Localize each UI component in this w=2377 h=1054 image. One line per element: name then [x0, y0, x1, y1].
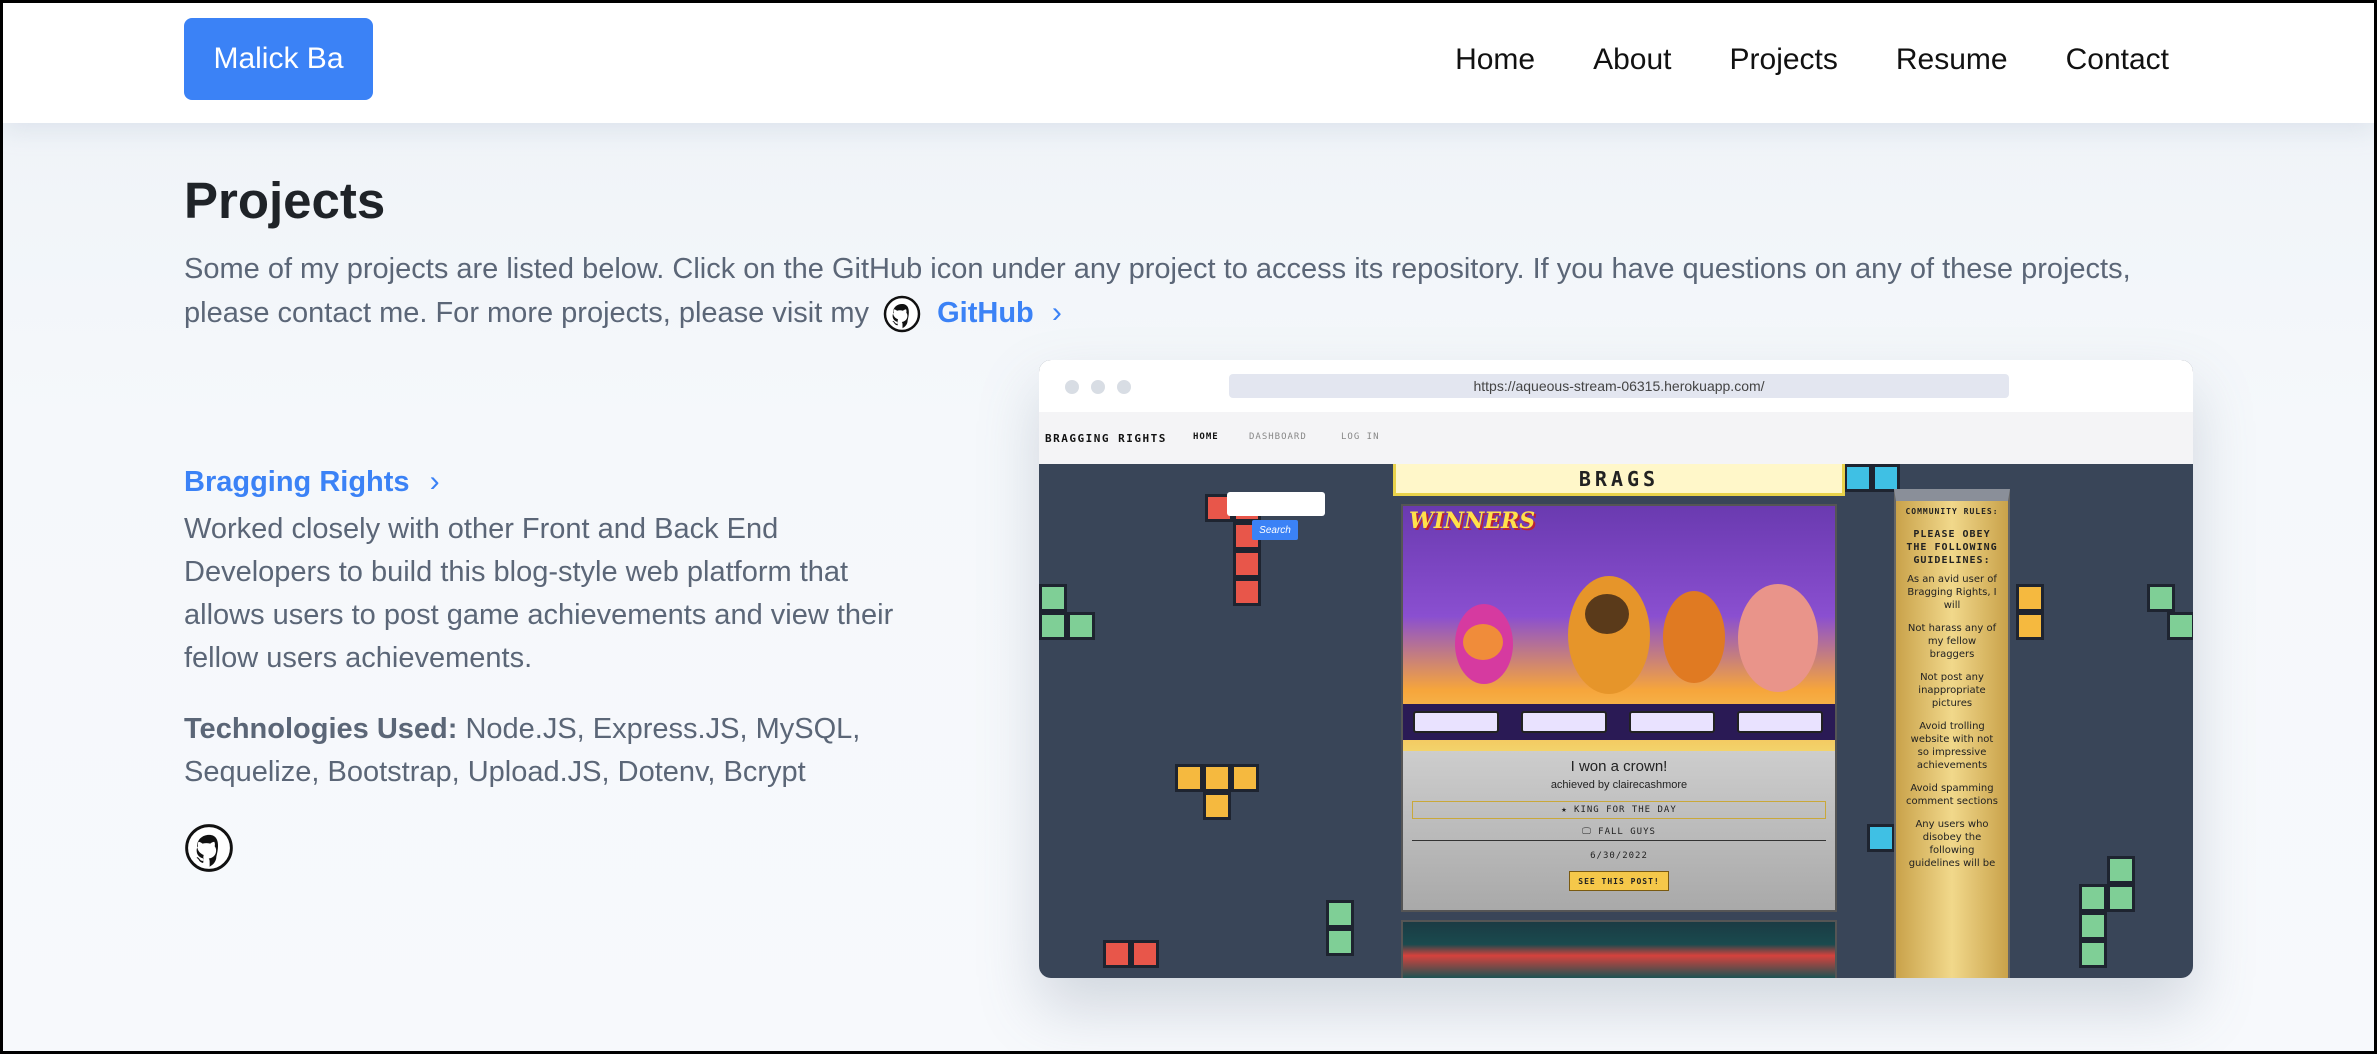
nav-link-about[interactable]: About: [1593, 43, 1671, 77]
rule-item: As an avid user of Bragging Rights, I wi…: [1907, 574, 1997, 611]
nav-links: Home About Projects Resume Contact: [1455, 3, 2169, 117]
card-date: 6/30/2022: [1590, 851, 1648, 861]
card-banner: WINNERS: [1409, 508, 1536, 534]
brag-card-image: WINNERS: [1403, 506, 1835, 751]
site-link-dashboard: DASHBOARD: [1249, 432, 1307, 442]
card-badge: ★ KING FOR THE DAY: [1412, 801, 1826, 819]
project-description: Worked closely with other Front and Back…: [184, 513, 894, 674]
brag-card: WINNERS I won a crown! achieved by clair…: [1401, 504, 1837, 912]
github-icon[interactable]: [883, 295, 921, 333]
project-screenshot: https://aqueous-stream-06315.herokuapp.c…: [1039, 360, 2193, 978]
intro-text: Some of my projects are listed below. Cl…: [184, 253, 2131, 329]
brag-card-next: [1401, 920, 1837, 978]
nav-link-resume[interactable]: Resume: [1896, 43, 2008, 77]
site-link-home: HOME: [1193, 432, 1219, 442]
nav-link-home[interactable]: Home: [1455, 43, 1535, 77]
page-title: Projects: [184, 172, 386, 229]
project-github-icon[interactable]: [184, 823, 234, 878]
browser-bar: https://aqueous-stream-06315.herokuapp.c…: [1039, 360, 2193, 412]
site-navbar: BRAGGING RIGHTS HOME DASHBOARD LOG IN: [1039, 412, 2193, 464]
brags-title: BRAGS: [1393, 464, 1845, 496]
brand-button[interactable]: Malick Ba: [184, 18, 373, 100]
site-game-area: Search BRAGS WINNERS I won a crown! achi…: [1039, 464, 2193, 978]
card-author: achieved by clairecashmore: [1550, 779, 1688, 791]
rule-item: Not harass any of my fellow braggers: [1907, 623, 1997, 660]
rule-item: Avoid spamming comment sections: [1906, 783, 1998, 807]
rules-title: COMMUNITY RULES:: [1905, 507, 1999, 516]
page: Malick Ba Home About Projects Resume Con…: [3, 3, 2374, 1051]
chevron-right-icon[interactable]: ›: [430, 465, 440, 498]
nav-link-projects[interactable]: Projects: [1730, 43, 1838, 77]
project-title-link[interactable]: Bragging Rights ›: [184, 465, 440, 499]
url-bar: https://aqueous-stream-06315.herokuapp.c…: [1229, 374, 2009, 398]
rule-item: Any users who disobey the following guid…: [1908, 819, 1996, 869]
rules-heading: PLEASE OBEY THE FOLLOWING GUIDELINES:: [1906, 529, 1998, 566]
rule-item: Avoid trolling website with not so impre…: [1910, 721, 1994, 771]
navbar: Malick Ba Home About Projects Resume Con…: [3, 3, 2374, 123]
community-rules: COMMUNITY RULES: PLEASE OBEY THE FOLLOWI…: [1894, 489, 2010, 978]
technologies-label: Technologies Used:: [184, 713, 458, 745]
card-title: I won a crown!: [1570, 758, 1668, 775]
site-link-login: LOG IN: [1341, 432, 1380, 442]
window-dots: [1065, 380, 1131, 394]
project-title[interactable]: Bragging Rights: [184, 466, 410, 498]
rule-item: Not post any inappropriate pictures: [1918, 672, 1986, 709]
card-see-post-button: SEE THIS POST!: [1569, 871, 1669, 891]
brag-card-body: I won a crown! achieved by clairecashmor…: [1403, 758, 1835, 891]
card-game: 🖵 FALL GUYS: [1412, 827, 1826, 841]
site-brand: BRAGGING RIGHTS: [1045, 432, 1167, 445]
project-technologies: Technologies Used: Node.JS, Express.JS, …: [184, 708, 904, 794]
site-search-button: Search: [1252, 520, 1298, 540]
site-search-input: [1227, 492, 1325, 516]
github-link[interactable]: GitHub: [937, 297, 1034, 329]
chevron-right-icon[interactable]: ›: [1052, 296, 1062, 329]
nav-link-contact[interactable]: Contact: [2066, 43, 2169, 77]
intro-paragraph: Some of my projects are listed below. Cl…: [184, 248, 2184, 335]
